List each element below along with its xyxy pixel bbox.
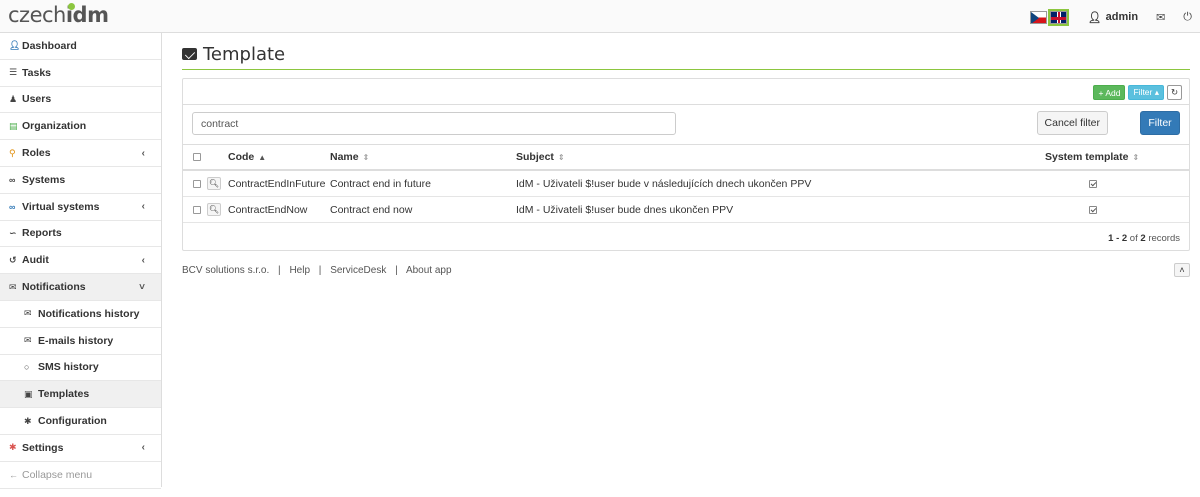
user-icon: 👤︎: [1087, 11, 1102, 24]
template-icon: ▣: [24, 388, 33, 399]
table-header: Code ▲ Name ⇕ Subject ⇕ System template ⇕: [183, 145, 1189, 171]
table-row[interactable]: 🔍︎ ContractEndInFuture Contract end in f…: [183, 171, 1189, 197]
main-content: Template + Add Filter ▴ ↻ contract Cance…: [182, 33, 1190, 280]
language-cz-flag[interactable]: [1029, 10, 1047, 24]
envelope-icon: [182, 48, 197, 60]
cell-subject: IdM - Uživateli $!user bude v následujíc…: [516, 177, 812, 190]
sort-icon: ⇕: [557, 152, 565, 162]
cell-code: ContractEndNow: [228, 203, 308, 216]
sidebar-item-sms-history[interactable]: ○ SMS history: [0, 355, 161, 382]
top-navbar: czechidm 👤︎ admin ✉ ⏻: [0, 0, 1200, 33]
user-icon: 👤︎: [9, 40, 21, 51]
template-table: Code ▲ Name ⇕ Subject ⇕ System template ⇕ 🔍︎…: [183, 144, 1189, 223]
footer-company: BCV solutions s.r.o.: [182, 265, 270, 276]
comment-icon: ○: [24, 362, 30, 373]
template-table-panel: + Add Filter ▴ ↻ contract Cancel filter …: [182, 78, 1190, 251]
cog-icon: ✱: [9, 442, 17, 453]
sidebar-item-systems[interactable]: ∞ Systems: [0, 167, 161, 194]
table-row[interactable]: 🔍︎ ContractEndNow Contract end now IdM -…: [183, 197, 1189, 223]
cog-icon: ✱: [24, 415, 32, 426]
filter-form: contract Cancel filter Filter: [183, 104, 1189, 144]
folder-icon: ▤: [9, 120, 18, 131]
users-icon: ♟: [9, 93, 18, 104]
app-logo[interactable]: czechidm: [8, 3, 109, 27]
row-checkbox[interactable]: [193, 205, 201, 214]
envelope-open-icon: ✉: [24, 335, 32, 346]
chevron-left-icon: ‹: [141, 147, 145, 159]
cell-code: ContractEndInFuture: [228, 177, 326, 190]
search-input[interactable]: contract: [192, 112, 676, 135]
envelope-icon: ✉: [24, 308, 32, 319]
footer: BCV solutions s.r.o. | Help | ServiceDes…: [182, 263, 1190, 280]
sidebar-item-templates[interactable]: ▣ Templates: [0, 381, 161, 409]
link-icon: ∞: [9, 174, 16, 185]
sidebar-item-roles[interactable]: ⚲ Roles ‹: [0, 140, 161, 167]
key-icon: ⚲: [9, 147, 16, 158]
cell-subject: IdM - Uživateli $!user bude dnes ukončen…: [516, 203, 734, 216]
arrow-left-icon: ←: [9, 469, 18, 480]
language-en-flag[interactable]: [1047, 8, 1069, 26]
filter-toggle-button[interactable]: Filter ▴: [1128, 85, 1164, 100]
page-title: Template: [182, 43, 1190, 70]
sidebar-item-configuration[interactable]: ✱ Configuration: [0, 408, 161, 435]
column-header-name[interactable]: Name ⇕: [330, 145, 369, 169]
footer-link-about[interactable]: About app: [406, 265, 452, 276]
sidebar-item-emails-history[interactable]: ✉ E-mails history: [0, 328, 161, 355]
select-all-checkbox[interactable]: [193, 153, 201, 161]
scroll-top-button[interactable]: ˄: [1174, 263, 1190, 277]
chevron-left-icon: ‹: [141, 201, 145, 213]
power-icon[interactable]: ⏻: [1183, 11, 1192, 24]
chevron-left-icon: ‹: [141, 442, 145, 454]
search-icon[interactable]: 🔍︎: [207, 203, 221, 216]
user-name: admin: [1105, 11, 1139, 23]
sidebar-item-tasks[interactable]: ☰ Tasks: [0, 60, 161, 87]
sidebar-item-notifications-history[interactable]: ✉ Notifications history: [0, 301, 161, 328]
sort-asc-icon: ▲: [258, 152, 267, 162]
search-icon[interactable]: 🔍︎: [207, 177, 221, 190]
link-icon: ∞: [9, 201, 16, 212]
row-checkbox[interactable]: [193, 179, 201, 188]
sidebar-item-reports[interactable]: ∽ Reports: [0, 221, 161, 248]
sidebar-item-users[interactable]: ♟ Users: [0, 87, 161, 114]
chevron-down-icon: ˅: [139, 281, 145, 293]
list-icon: ☰: [9, 67, 18, 78]
chevron-left-icon: ‹: [141, 254, 145, 266]
envelope-icon[interactable]: ✉: [1156, 11, 1165, 24]
footer-link-help[interactable]: Help: [289, 265, 310, 276]
refresh-icon[interactable]: ↻: [1167, 85, 1182, 100]
system-template-checkbox: [1089, 205, 1097, 214]
sidebar-item-organization[interactable]: ▤ Organization: [0, 113, 161, 141]
filter-button[interactable]: Filter: [1140, 111, 1180, 135]
sidebar-item-virtual-systems[interactable]: ∞ Virtual systems ‹: [0, 194, 161, 221]
collapse-menu-button[interactable]: ← Collapse menu: [0, 462, 161, 489]
cell-name: Contract end now: [330, 203, 413, 216]
cancel-filter-button[interactable]: Cancel filter: [1036, 111, 1108, 135]
table-toolbar: + Add Filter ▴ ↻: [1093, 85, 1182, 100]
column-header-subject[interactable]: Subject ⇕: [516, 145, 565, 169]
sort-icon: ⇕: [362, 152, 370, 162]
sidebar: 👤︎ Dashboard ☰ Tasks ♟ Users ▤ Organizat…: [0, 33, 162, 489]
sidebar-item-dashboard[interactable]: 👤︎ Dashboard: [0, 33, 161, 60]
cell-name: Contract end in future: [330, 177, 431, 190]
chart-icon: ∽: [9, 227, 17, 238]
pagination-info: 1 - 2 of 2 records: [1108, 233, 1180, 244]
column-header-system-template[interactable]: System template ⇕: [1045, 145, 1139, 169]
envelope-icon: ✉: [9, 281, 17, 292]
sidebar-item-audit[interactable]: ↺ Audit ‹: [0, 247, 161, 275]
sidebar-item-settings[interactable]: ✱ Settings ‹: [0, 435, 161, 462]
column-header-code[interactable]: Code ▲: [228, 145, 266, 169]
footer-link-servicedesk[interactable]: ServiceDesk: [330, 265, 386, 276]
system-template-checkbox: [1089, 179, 1097, 188]
sidebar-item-notifications[interactable]: ✉ Notifications ˅: [0, 274, 161, 301]
add-button[interactable]: + Add: [1093, 85, 1126, 100]
sort-icon: ⇕: [1132, 152, 1140, 162]
history-icon: ↺: [9, 254, 17, 265]
user-menu[interactable]: 👤︎ admin: [1088, 11, 1138, 24]
